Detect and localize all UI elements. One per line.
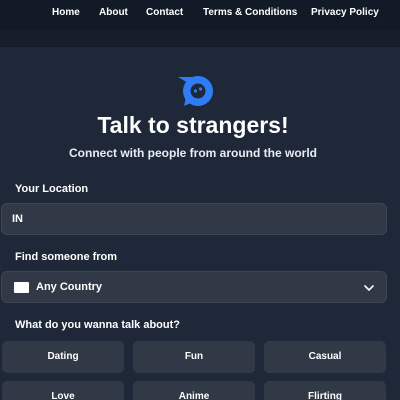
nav-link-privacy[interactable]: Privacy Policy [311, 7, 379, 18]
chat-bubble-logo-icon [176, 73, 216, 107]
nav-link-contact[interactable]: Contact [146, 7, 183, 18]
location-label: Your Location [15, 183, 89, 195]
page-title: Talk to strangers! [97, 112, 289, 138]
country-select[interactable]: Any Country [1, 271, 387, 303]
nav-link-terms[interactable]: Terms & Conditions [203, 7, 297, 18]
country-select-value: Any Country [36, 281, 102, 293]
location-field[interactable] [1, 203, 387, 235]
top-navigation: Home About Contact Terms & Conditions Pr… [0, 0, 400, 30]
header-strip [0, 30, 400, 47]
location-input[interactable] [2, 204, 386, 234]
topic-casual-button[interactable]: Casual [264, 341, 386, 373]
topic-flirting-button[interactable]: Flirting [264, 381, 386, 400]
topic-anime-button[interactable]: Anime [133, 381, 255, 400]
nav-link-home[interactable]: Home [52, 7, 80, 18]
topic-love-button[interactable]: Love [2, 381, 124, 400]
topic-dating-button[interactable]: Dating [2, 341, 124, 373]
white-flag-icon [14, 282, 29, 293]
chevron-down-icon [362, 281, 376, 295]
topics-label: What do you wanna talk about? [15, 319, 180, 331]
page-subtitle: Connect with people from around the worl… [69, 146, 317, 160]
topic-fun-button[interactable]: Fun [133, 341, 255, 373]
nav-link-about[interactable]: About [99, 7, 128, 18]
find-someone-label: Find someone from [15, 251, 118, 263]
